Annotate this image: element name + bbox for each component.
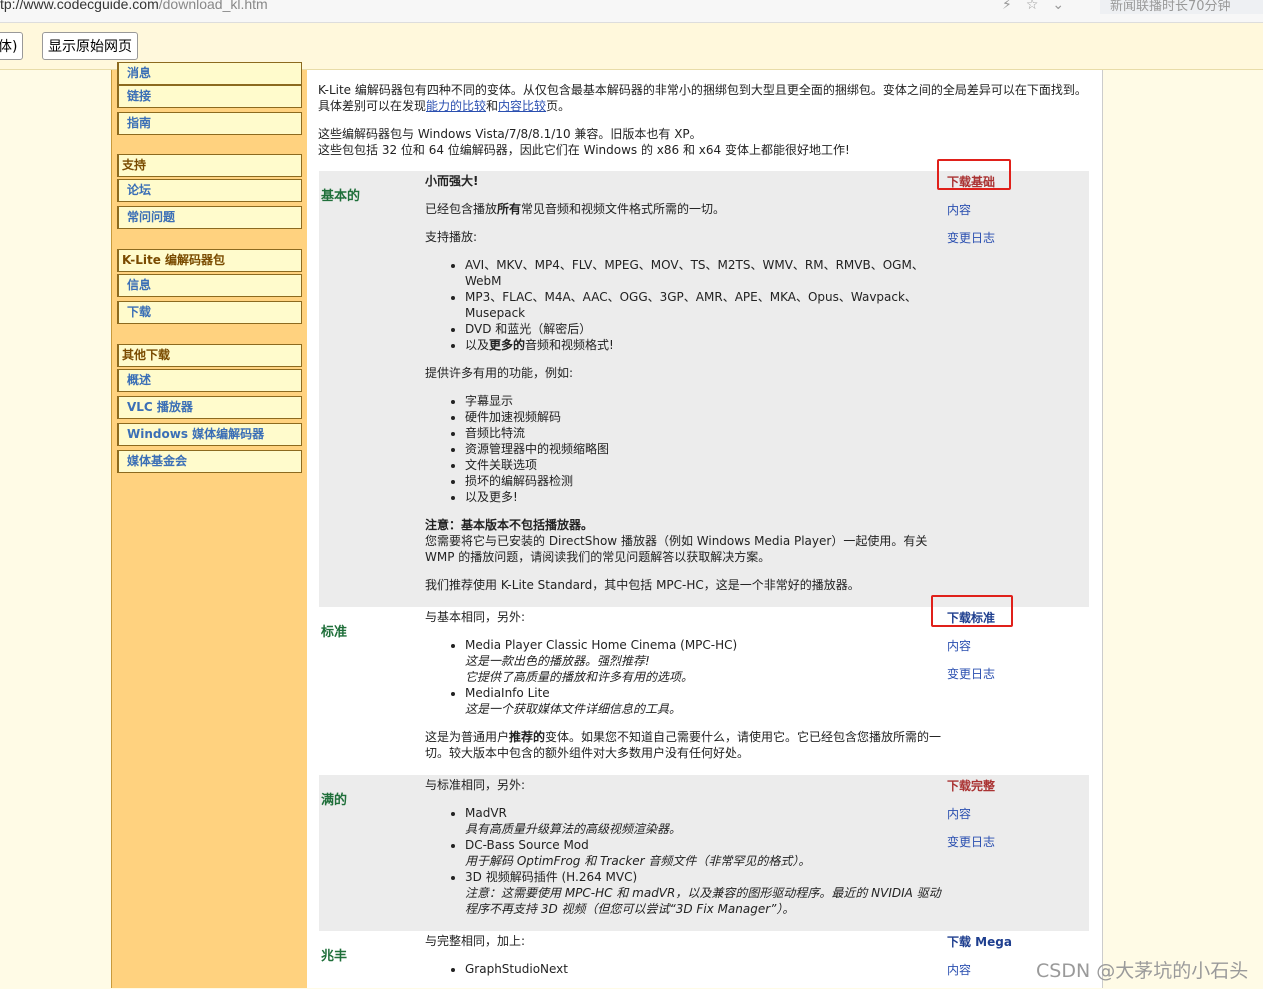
- chevron-down-icon[interactable]: ⌄: [1052, 0, 1078, 13]
- news-widget[interactable]: 新闻联播时长70分钟: [1100, 0, 1263, 14]
- section-full: 满的 与标准相同，另外: MadVR具有高质量升级算法的高级视频渲染器。 DC-…: [319, 775, 1089, 931]
- standard-contents-link[interactable]: 内容: [947, 637, 971, 654]
- list-item: 3D 视频解码插件 (H.264 MVC)注意：这需要使用 MPC-HC 和 m…: [465, 869, 945, 917]
- full-contents-link[interactable]: 内容: [947, 805, 971, 822]
- mega-body: 与完整相同，加上: GraphStudioNext: [425, 933, 945, 989]
- standard-changelog-link[interactable]: 变更日志: [947, 665, 995, 682]
- full-intro: 与标准相同，另外:: [425, 778, 526, 792]
- mega-intro: 与完整相同，加上:: [425, 934, 526, 948]
- intro-line: K-Lite 编解码器包有四种不同的变体。从仅包含最基本解码器的非常小的捆绑包到…: [318, 83, 1087, 97]
- download-mega-link[interactable]: 下载 Mega: [947, 933, 1012, 950]
- basic-changelog-link[interactable]: 变更日志: [947, 229, 995, 246]
- sidebar-item[interactable]: 常问问题: [117, 206, 302, 229]
- section-mega: 兆丰 与完整相同，加上: GraphStudioNext 下载 Mega 内容: [319, 931, 1089, 988]
- list-item: MediaInfo Lite这是一个获取媒体文件详细信息的工具。: [465, 685, 945, 717]
- page-left-margin: [0, 70, 111, 988]
- sidebar-item[interactable]: 概述: [117, 369, 302, 392]
- section-basic: 基本的 小而强大! 已经包含播放所有常见音频和视频文件格式所需的一切。 支持播放…: [319, 171, 1089, 607]
- standard-summary: 这是为普通用户推荐的变体。如果您不知道自己需要什么，请使用它。它已经包含您播放所…: [425, 730, 942, 760]
- section-title-basic: 基本的: [321, 189, 361, 204]
- sidebar: 消息 链接指南支持 论坛常问问题 K-Lite 编解码器包 信息下载其他下载 概述 VLC …: [111, 62, 308, 988]
- basic-formats-list: AVI、MKV、MP4、FLV、MPEG、MOV、TS、M2TS、WMV、RM、…: [425, 257, 945, 353]
- full-list: MadVR具有高质量升级算法的高级视频渲染器。 DC-Bass Source M…: [425, 805, 945, 917]
- page-right-margin: [1103, 70, 1263, 988]
- highlight-box-basic: [937, 159, 1011, 190]
- star-icon[interactable]: ☆: [1026, 0, 1053, 13]
- sidebar-item[interactable]: 指南: [117, 112, 302, 135]
- mega-contents-link[interactable]: 内容: [947, 961, 971, 978]
- section-title-standard: 标准: [321, 625, 348, 640]
- sidebar-item[interactable]: 支持: [117, 154, 302, 177]
- address-bar[interactable]: tp://www.codecguide.com/download_kl.htm …: [0, 0, 1263, 23]
- main-content: K-Lite 编解码器包有四种不同的变体。从仅包含最基本解码器的非常小的捆绑包到…: [307, 70, 1103, 988]
- section-title-mega: 兆丰: [321, 949, 348, 964]
- lightning-icon[interactable]: ⚡: [1002, 0, 1026, 13]
- standard-body: 与基本相同，另外: Media Player Classic Home Cine…: [425, 609, 945, 773]
- list-item: GraphStudioNext: [465, 961, 945, 977]
- address-bar-icons: ⚡☆⌄: [1002, 0, 1078, 13]
- news-text[interactable]: 新闻联播时长70分钟: [1110, 0, 1231, 14]
- sidebar-item[interactable]: K-Lite 编解码器包: [117, 249, 302, 272]
- sidebar-item[interactable]: 信息: [117, 274, 302, 297]
- sidebar-item[interactable]: Windows 媒体编解码器: [117, 423, 302, 446]
- basic-note: 注意：基本版本不包括播放器。 您需要将它与已安装的 DirectShow 播放器（…: [425, 518, 928, 564]
- full-body: 与标准相同，另外: MadVR具有高质量升级算法的高级视频渲染器。 DC-Bas…: [425, 777, 945, 929]
- compat-line: 这些编解码器包与 Windows Vista/7/8/8.1/10 兼容。旧版本…: [318, 127, 702, 141]
- arch-line: 这些包包括 32 位和 64 位编解码器，因此它们在 Windows 的 x86…: [318, 143, 850, 157]
- full-changelog-link[interactable]: 变更日志: [947, 833, 995, 850]
- sidebar-item[interactable]: 消息: [117, 62, 302, 85]
- basic-features-label: 提供许多有用的功能，例如:: [425, 366, 574, 380]
- list-item: 损坏的编解码器检测: [465, 473, 945, 489]
- contents-comparison-link[interactable]: 内容比较: [498, 99, 546, 113]
- sidebar-item[interactable]: 链接: [117, 85, 302, 108]
- list-item: 字幕显示: [465, 393, 945, 409]
- sidebar-item[interactable]: 媒体基金会: [117, 450, 302, 473]
- section-standard: 标准 与基本相同，另外: Media Player Classic Home C…: [319, 607, 1089, 775]
- list-item: 音频比特流: [465, 425, 945, 441]
- intro-text: K-Lite 编解码器包有四种不同的变体。从仅包含最基本解码器的非常小的捆绑包到…: [318, 82, 1093, 158]
- csdn-watermark: CSDN @大茅坑的小石头: [1036, 960, 1249, 982]
- list-item: 资源管理器中的视频缩略图: [465, 441, 945, 457]
- basic-desc: 已经包含播放所有常见音频和视频文件格式所需的一切。: [425, 202, 726, 216]
- list-item: 文件关联选项: [465, 457, 945, 473]
- url-text[interactable]: tp://www.codecguide.com/download_kl.htm: [0, 0, 268, 12]
- intro-line: 具体差别可以在发现能力的比较和内容比较页。: [318, 99, 571, 113]
- list-item: 以及更多的音频和视频格式!: [465, 337, 945, 353]
- basic-recommend: 我们推荐使用 K-Lite Standard，其中包括 MPC-HC，这是一个非…: [425, 578, 860, 592]
- sidebar-item[interactable]: VLC 播放器: [117, 396, 302, 419]
- standard-list: Media Player Classic Home Cinema (MPC-HC…: [425, 637, 945, 717]
- standard-intro: 与基本相同，另外:: [425, 610, 526, 624]
- basic-supports-label: 支持播放:: [425, 230, 478, 244]
- highlight-box-standard: [931, 595, 1013, 627]
- list-item: Media Player Classic Home Cinema (MPC-HC…: [465, 637, 945, 685]
- list-item: 以及更多!: [465, 489, 945, 505]
- list-item: 硬件加速视频解码: [465, 409, 945, 425]
- download-full-link[interactable]: 下载完整: [947, 777, 995, 794]
- sidebar-item[interactable]: 下载: [117, 301, 302, 324]
- basic-contents-link[interactable]: 内容: [947, 201, 971, 218]
- basic-features-list: 字幕显示硬件加速视频解码音频比特流资源管理器中的视频缩略图文件关联选项损坏的编解…: [425, 393, 945, 505]
- sidebar-item[interactable]: 论坛: [117, 179, 302, 202]
- sidebar-item[interactable]: 其他下载: [117, 344, 302, 367]
- list-item: MP3、FLAC、M4A、AAC、OGG、3GP、AMR、APE、MKA、Opu…: [465, 289, 945, 321]
- basic-body: 小而强大! 已经包含播放所有常见音频和视频文件格式所需的一切。 支持播放: AV…: [425, 173, 945, 605]
- list-item: DVD 和蓝光（解密后）: [465, 321, 945, 337]
- basic-tagline: 小而强大!: [425, 174, 479, 188]
- translated-language-button[interactable]: 体): [0, 32, 24, 60]
- show-original-button[interactable]: 显示原始网页: [42, 32, 138, 60]
- list-item: DC-Bass Source Mod用于解码 OptimFrog 和 Track…: [465, 837, 945, 869]
- list-item: MadVR具有高质量升级算法的高级视频渲染器。: [465, 805, 945, 837]
- capabilities-comparison-link[interactable]: 能力的比较: [426, 99, 486, 113]
- section-title-full: 满的: [321, 793, 348, 808]
- list-item: AVI、MKV、MP4、FLV、MPEG、MOV、TS、M2TS、WMV、RM、…: [465, 257, 945, 289]
- mega-list: GraphStudioNext: [425, 961, 945, 977]
